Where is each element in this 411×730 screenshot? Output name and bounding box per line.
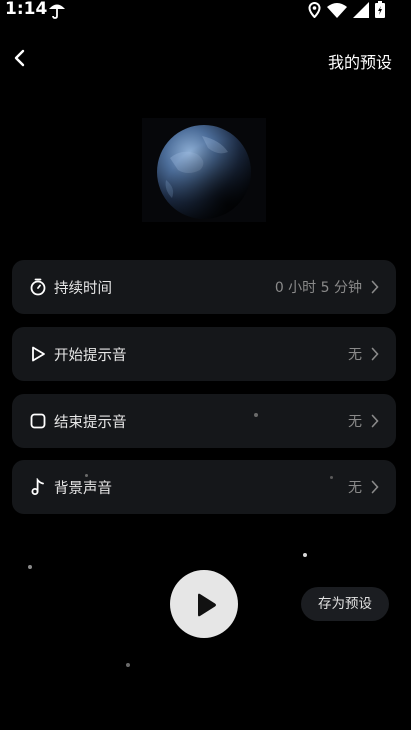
duration-row[interactable]: 持续时间 0 小时 5 分钟 <box>12 260 396 314</box>
chevron-right-icon <box>371 280 379 294</box>
start-sound-label: 开始提示音 <box>54 348 127 364</box>
background-sound-label: 背景声音 <box>54 481 112 497</box>
duration-value: 0 小时 5 分钟 <box>274 280 362 296</box>
timer-icon <box>30 278 46 296</box>
back-arrow-icon[interactable] <box>8 46 32 70</box>
start-sound-value: 无 <box>348 347 362 363</box>
chevron-right-icon <box>371 414 379 428</box>
stop-outline-icon <box>30 413 46 429</box>
status-icons <box>308 1 385 18</box>
duration-label: 持续时间 <box>54 281 112 297</box>
chevron-right-icon <box>371 480 379 494</box>
planet-illustration <box>142 118 266 222</box>
start-sound-row[interactable]: 开始提示音 无 <box>12 327 396 381</box>
end-sound-label: 结束提示音 <box>54 415 127 431</box>
status-time: 1:14 <box>5 0 48 19</box>
play-icon <box>198 593 216 617</box>
chevron-right-icon <box>371 347 379 361</box>
end-sound-row[interactable]: 结束提示音 无 <box>12 394 396 448</box>
star-particle <box>330 476 333 479</box>
battery-icon <box>375 1 385 18</box>
music-note-icon <box>31 478 44 495</box>
background-sound-row[interactable]: 背景声音 无 <box>12 460 396 514</box>
play-outline-icon <box>32 346 45 362</box>
status-bar: 1:14 <box>0 0 411 20</box>
background-sound-value: 无 <box>348 480 362 496</box>
play-button[interactable] <box>170 570 238 638</box>
my-presets-link[interactable]: 我的预设 <box>328 49 392 73</box>
star-particle <box>28 565 32 569</box>
wifi-icon <box>327 2 347 18</box>
header: 我的预设 <box>0 40 411 80</box>
save-preset-button[interactable]: 存为预设 <box>301 587 389 621</box>
end-sound-value: 无 <box>348 414 362 430</box>
location-icon <box>308 1 321 18</box>
star-particle <box>254 413 258 417</box>
signal-icon <box>353 1 369 18</box>
star-particle <box>303 553 307 557</box>
star-particle <box>85 474 88 477</box>
star-particle <box>126 663 130 667</box>
umbrella-icon <box>49 4 65 19</box>
